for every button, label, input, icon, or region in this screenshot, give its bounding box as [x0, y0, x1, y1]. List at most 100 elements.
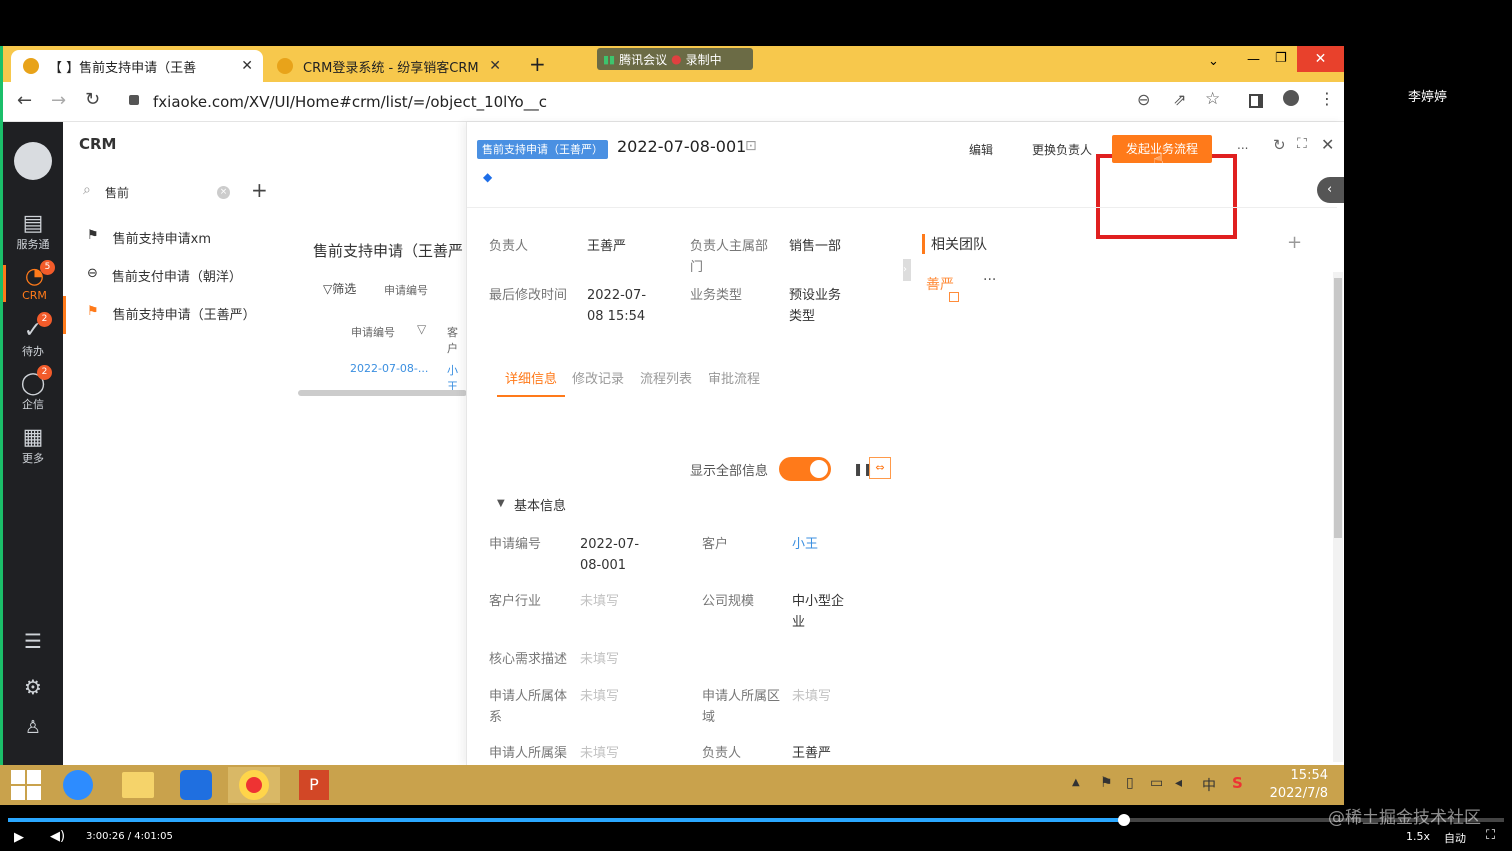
lock-icon[interactable]: ⊡	[745, 138, 757, 154]
speed-button[interactable]: 1.5x	[1406, 830, 1430, 843]
filter-button[interactable]: ▽筛选	[323, 280, 356, 297]
screen: 李婷婷 【 】售前支持申请（王善 ✕ CRM登录系统 - 纷享销客CRM ✕ +…	[0, 0, 1512, 851]
list-icon[interactable]: ☰	[3, 629, 63, 653]
user-settings-icon[interactable]: ♙	[3, 717, 63, 738]
chrome-icon[interactable]	[228, 767, 280, 803]
summary-label: 负责人	[489, 239, 529, 254]
clock-date[interactable]: 2022/7/8	[1262, 786, 1328, 801]
powerpoint-icon[interactable]: P	[288, 767, 340, 803]
tab-active[interactable]: 【 】售前支持申请（王善 ✕	[11, 50, 263, 82]
fullscreen-icon[interactable]: ⛶	[1486, 828, 1495, 843]
record-dot-icon: ●	[671, 52, 682, 66]
close-icon[interactable]: ✕	[1321, 135, 1334, 154]
zoom-icon[interactable]: ⊖	[1137, 90, 1150, 109]
progress-knob[interactable]	[1118, 814, 1131, 826]
progress-track[interactable]	[8, 814, 1504, 826]
tab-history[interactable]: 修改记录	[572, 368, 624, 387]
reload-icon[interactable]: ↻	[85, 89, 100, 110]
panel-title: CRM	[79, 135, 117, 153]
search-input[interactable]: 售前	[105, 184, 215, 201]
rail-item-chat[interactable]: ◯ 企信 2	[3, 365, 63, 412]
new-tab-button[interactable]: +	[529, 52, 546, 76]
fullscreen-icon[interactable]: ⛶	[1297, 136, 1307, 152]
browser-menu-icon[interactable]: ⋮	[1319, 89, 1335, 108]
sidepanel-icon[interactable]	[1249, 94, 1263, 108]
team-member-avatar[interactable]: 善严	[926, 274, 954, 294]
meeting-icon[interactable]	[170, 767, 222, 803]
folder-icon[interactable]	[112, 767, 164, 803]
field-label: 申请人所属体系	[489, 689, 568, 725]
menu-item[interactable]: ⚑ 售前支持申请xm	[87, 228, 211, 247]
grid-icon: ▦	[22, 425, 44, 450]
expand-handle-icon[interactable]: ›	[903, 259, 911, 281]
windows-start-icon[interactable]	[0, 767, 52, 803]
clock-time[interactable]: 15:54	[1278, 768, 1328, 783]
tray-sogou-icon[interactable]: S	[1232, 774, 1243, 792]
rail-item-todo[interactable]: ✓ 待办 2	[3, 312, 63, 359]
quality-button[interactable]: 自动	[1444, 830, 1466, 846]
url-field[interactable]: fxiaoke.com/XV/UI/Home#crm/list/=/object…	[153, 93, 547, 111]
column-filter-icon[interactable]: ▽	[417, 322, 426, 336]
add-icon[interactable]: +	[251, 178, 268, 202]
play-icon[interactable]: ▶	[14, 830, 24, 845]
close-tab-icon[interactable]: ✕	[489, 58, 501, 74]
collapse-icon[interactable]: ‹	[1317, 177, 1344, 203]
horizontal-scrollbar[interactable]	[298, 390, 467, 396]
bookmark-star-icon[interactable]: ☆	[1205, 89, 1220, 109]
rail-item-more[interactable]: ▦ 更多	[3, 426, 63, 466]
back-icon[interactable]: ←	[17, 90, 32, 111]
check-circle-icon: ✓	[23, 318, 43, 343]
layout-toggle-icon[interactable]: ⇔	[869, 457, 891, 479]
field-value: 未填写	[792, 689, 832, 704]
tray-expand-icon[interactable]: ▲	[1072, 777, 1080, 788]
tray-volume-icon[interactable]: ◂	[1175, 775, 1182, 791]
clear-search-icon[interactable]: ×	[217, 186, 230, 199]
restore-button[interactable]: ❐	[1275, 51, 1287, 66]
tag-icon[interactable]: ◆	[483, 170, 492, 184]
tab-crm-login[interactable]: CRM登录系统 - 纷享销客CRM ✕	[265, 50, 511, 82]
volume-icon[interactable]: ◀)	[50, 829, 65, 844]
change-owner-button[interactable]: 更换负责人	[1032, 141, 1092, 158]
menu-item-active[interactable]: ⚑ 售前支持申请（王善严）	[63, 296, 298, 334]
more-actions-button[interactable]: ...	[1237, 138, 1248, 152]
section-title: 基本信息	[514, 499, 567, 514]
close-window-button[interactable]: ✕	[1297, 46, 1344, 72]
taskbar: P ▲ ⚑ ▯ ▭ ◂ 中 S 15:54 2022/7/8	[0, 765, 1344, 805]
caret-down-icon[interactable]: ▼	[497, 498, 505, 509]
show-all-toggle[interactable]	[779, 457, 831, 481]
flag-icon: ⚑	[87, 304, 99, 319]
rail-item-crm[interactable]: ◔ CRM 5	[3, 260, 63, 302]
close-tab-icon[interactable]: ✕	[241, 58, 253, 74]
menu-item[interactable]: ⊖ 售前支付申请（朝洋）	[87, 266, 242, 285]
table-cell-link[interactable]: 2022-07-08-...	[350, 362, 428, 375]
vertical-scrollbar[interactable]	[1333, 272, 1343, 762]
tab-flow-list[interactable]: 流程列表	[640, 368, 692, 387]
rail-label: 待办	[22, 345, 44, 358]
tray-flag-icon[interactable]: ⚑	[1100, 775, 1113, 791]
edit-button[interactable]: 编辑	[969, 141, 993, 158]
gear-icon[interactable]: ⚙	[3, 675, 63, 699]
presenter-name: 李婷婷	[1408, 90, 1448, 105]
zoom-icon[interactable]	[52, 767, 104, 803]
field-value: 王善严	[792, 746, 832, 761]
tab-detail[interactable]: 详细信息	[497, 368, 566, 397]
tray-network-icon[interactable]: ▭	[1150, 775, 1163, 791]
ime-indicator[interactable]: 中	[1202, 775, 1216, 795]
tab-search-chevron-icon[interactable]: ⌄	[1208, 54, 1219, 69]
customer-link[interactable]: 小王	[792, 534, 818, 555]
avatar[interactable]	[14, 142, 52, 180]
minimize-button[interactable]: —	[1247, 52, 1260, 67]
rail-item-service[interactable]: ▤ 服务通	[3, 212, 63, 252]
tab-approval[interactable]: 审批流程	[708, 368, 760, 387]
refresh-icon[interactable]: ↻	[1273, 136, 1286, 154]
summary-label: 最后修改时间	[489, 288, 568, 303]
add-member-icon[interactable]: +	[1287, 232, 1302, 253]
column-selector[interactable]: 申请编号	[384, 282, 428, 298]
signal-icon: ▮▮	[603, 52, 616, 66]
forward-icon[interactable]: →	[51, 90, 66, 111]
tray-device-icon[interactable]: ▯	[1126, 775, 1134, 791]
share-icon[interactable]: ⇗	[1173, 90, 1186, 109]
field-label: 公司规模	[702, 594, 755, 609]
more-icon[interactable]: ···	[983, 272, 996, 288]
profile-icon[interactable]	[1283, 90, 1299, 106]
